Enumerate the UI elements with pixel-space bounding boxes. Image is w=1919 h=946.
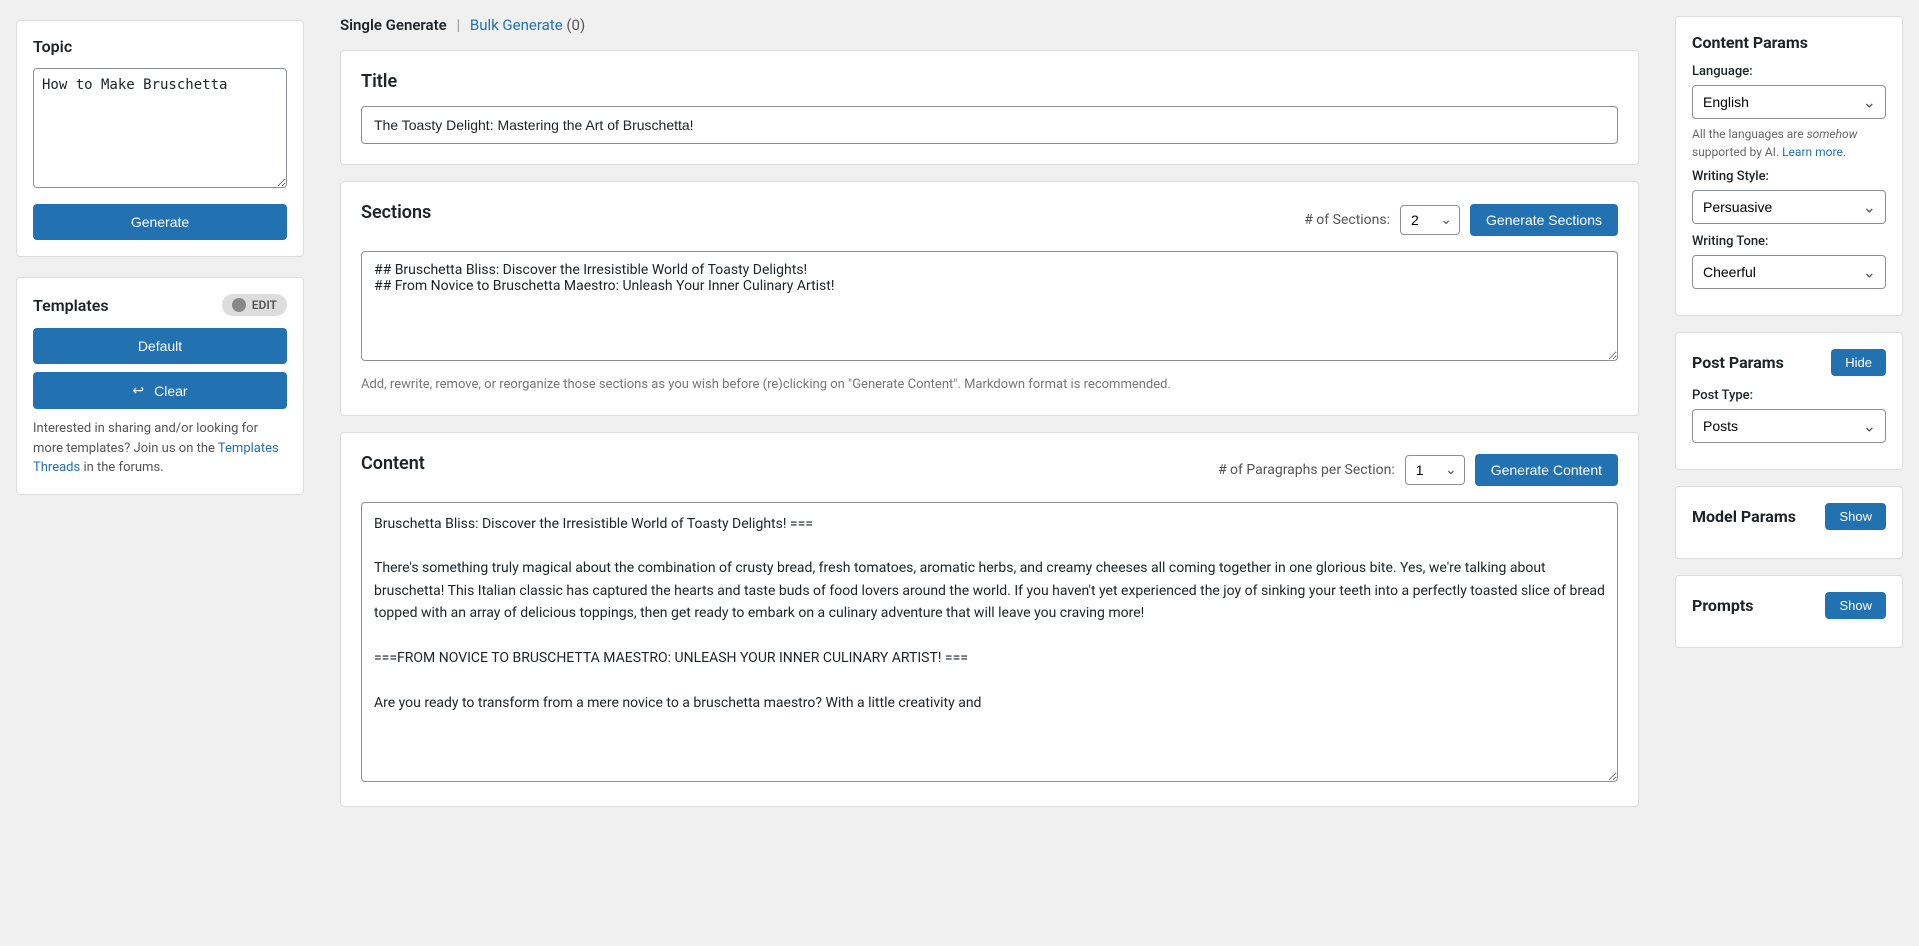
model-params-title: Model Params xyxy=(1692,507,1796,526)
left-sidebar: Topic How to Make Bruschetta Generate Te… xyxy=(0,0,320,946)
sections-controls: # of Sections: 1 2 3 4 5 Generate Sectio… xyxy=(1304,204,1618,236)
learn-more-link[interactable]: Learn more xyxy=(1782,145,1843,159)
language-label: Language: xyxy=(1692,64,1886,79)
post-params-card: Post Params Hide Post Type: Posts Pages … xyxy=(1675,332,1903,470)
bulk-generate-link[interactable]: Bulk Generate xyxy=(470,16,563,34)
lang-note-end: supported by AI. xyxy=(1692,145,1779,159)
num-paragraphs-select-wrapper: 1 2 3 4 5 xyxy=(1405,455,1465,485)
sections-card: Sections # of Sections: 1 2 3 4 5 Genera… xyxy=(340,181,1639,416)
templates-note: Interested in sharing and/or looking for… xyxy=(33,419,287,478)
post-type-select-wrapper: Posts Pages Custom xyxy=(1692,409,1886,443)
edit-toggle[interactable]: EDIT xyxy=(222,294,287,316)
clear-label: Clear xyxy=(154,383,187,399)
language-note: All the languages are somehow supported … xyxy=(1692,125,1886,161)
writing-style-select[interactable]: Persuasive Informative Narrative Descrip… xyxy=(1692,190,1886,224)
num-sections-label: # of Sections: xyxy=(1304,212,1390,228)
prompts-card: Prompts Show xyxy=(1675,575,1903,648)
content-section-header: Content # of Paragraphs per Section: 1 2… xyxy=(361,453,1618,488)
post-type-label: Post Type: xyxy=(1692,388,1886,403)
content-heading: Content xyxy=(361,453,425,474)
hide-post-params-button[interactable]: Hide xyxy=(1831,349,1886,376)
writing-style-select-wrapper: Persuasive Informative Narrative Descrip… xyxy=(1692,190,1886,224)
lang-note-text: All the languages are xyxy=(1692,127,1807,141)
clear-button[interactable]: Clear xyxy=(33,372,287,409)
content-card: Content # of Paragraphs per Section: 1 2… xyxy=(340,432,1639,807)
topic-title: Topic xyxy=(33,37,287,56)
templates-card: Templates EDIT Default Clear Interested … xyxy=(16,277,304,495)
templates-title: Templates xyxy=(33,296,109,315)
content-textarea[interactable]: Bruschetta Bliss: Discover the Irresisti… xyxy=(361,502,1618,782)
post-params-title: Post Params xyxy=(1692,353,1784,372)
templates-note-end: in the forums. xyxy=(83,460,163,475)
sections-heading: Sections xyxy=(361,202,431,223)
lang-note-em: somehow xyxy=(1807,127,1858,141)
main-content: Single Generate | Bulk Generate (0) Titl… xyxy=(320,0,1659,946)
title-input[interactable] xyxy=(361,106,1618,144)
templates-header: Templates EDIT xyxy=(33,294,287,316)
num-sections-select[interactable]: 1 2 3 4 5 xyxy=(1400,205,1460,235)
sections-header: Sections # of Sections: 1 2 3 4 5 Genera… xyxy=(361,202,1618,237)
post-type-select[interactable]: Posts Pages Custom xyxy=(1692,409,1886,443)
generate-button[interactable]: Generate xyxy=(33,204,287,240)
content-params-title: Content Params xyxy=(1692,33,1886,52)
language-select[interactable]: English Spanish French German Italian Po… xyxy=(1692,85,1886,119)
post-params-header: Post Params Hide xyxy=(1692,349,1886,376)
prompts-header: Prompts Show xyxy=(1692,592,1886,619)
show-model-params-button[interactable]: Show xyxy=(1825,503,1886,530)
writing-tone-label: Writing Tone: xyxy=(1692,234,1886,249)
model-params-header: Model Params Show xyxy=(1692,503,1886,530)
prompts-title: Prompts xyxy=(1692,596,1753,615)
sections-textarea[interactable]: ## Bruschetta Bliss: Discover the Irresi… xyxy=(361,251,1618,361)
title-heading: Title xyxy=(361,71,1618,92)
num-sections-select-wrapper: 1 2 3 4 5 xyxy=(1400,205,1460,235)
language-select-wrapper: English Spanish French German Italian Po… xyxy=(1692,85,1886,119)
generate-sections-button[interactable]: Generate Sections xyxy=(1470,204,1618,236)
num-paragraphs-select[interactable]: 1 2 3 4 5 xyxy=(1405,455,1465,485)
writing-tone-select-wrapper: Cheerful Professional Casual Formal Humo… xyxy=(1692,255,1886,289)
topic-card: Topic How to Make Bruschetta Generate xyxy=(16,20,304,257)
topic-input[interactable]: How to Make Bruschetta xyxy=(33,68,287,188)
default-template-button[interactable]: Default xyxy=(33,328,287,364)
title-card: Title xyxy=(340,50,1639,165)
show-prompts-button[interactable]: Show xyxy=(1825,592,1886,619)
right-sidebar: Content Params Language: English Spanish… xyxy=(1659,0,1919,946)
sections-hint: Add, rewrite, remove, or reorganize thos… xyxy=(361,375,1618,395)
writing-tone-select[interactable]: Cheerful Professional Casual Formal Humo… xyxy=(1692,255,1886,289)
toggle-dot xyxy=(232,298,246,312)
generate-content-button[interactable]: Generate Content xyxy=(1475,454,1618,486)
num-paragraphs-label: # of Paragraphs per Section: xyxy=(1218,462,1395,478)
content-params-card: Content Params Language: English Spanish… xyxy=(1675,16,1903,316)
bulk-count-val: (0) xyxy=(566,16,585,34)
edit-label: EDIT xyxy=(252,298,277,312)
top-nav: Single Generate | Bulk Generate (0) xyxy=(340,0,1639,50)
nav-separator: | xyxy=(456,16,463,34)
writing-style-label: Writing Style: xyxy=(1692,169,1886,184)
model-params-card: Model Params Show xyxy=(1675,486,1903,559)
undo-icon xyxy=(132,382,148,399)
content-controls: # of Paragraphs per Section: 1 2 3 4 5 G… xyxy=(1218,454,1618,486)
single-generate-label: Single Generate xyxy=(340,16,447,34)
